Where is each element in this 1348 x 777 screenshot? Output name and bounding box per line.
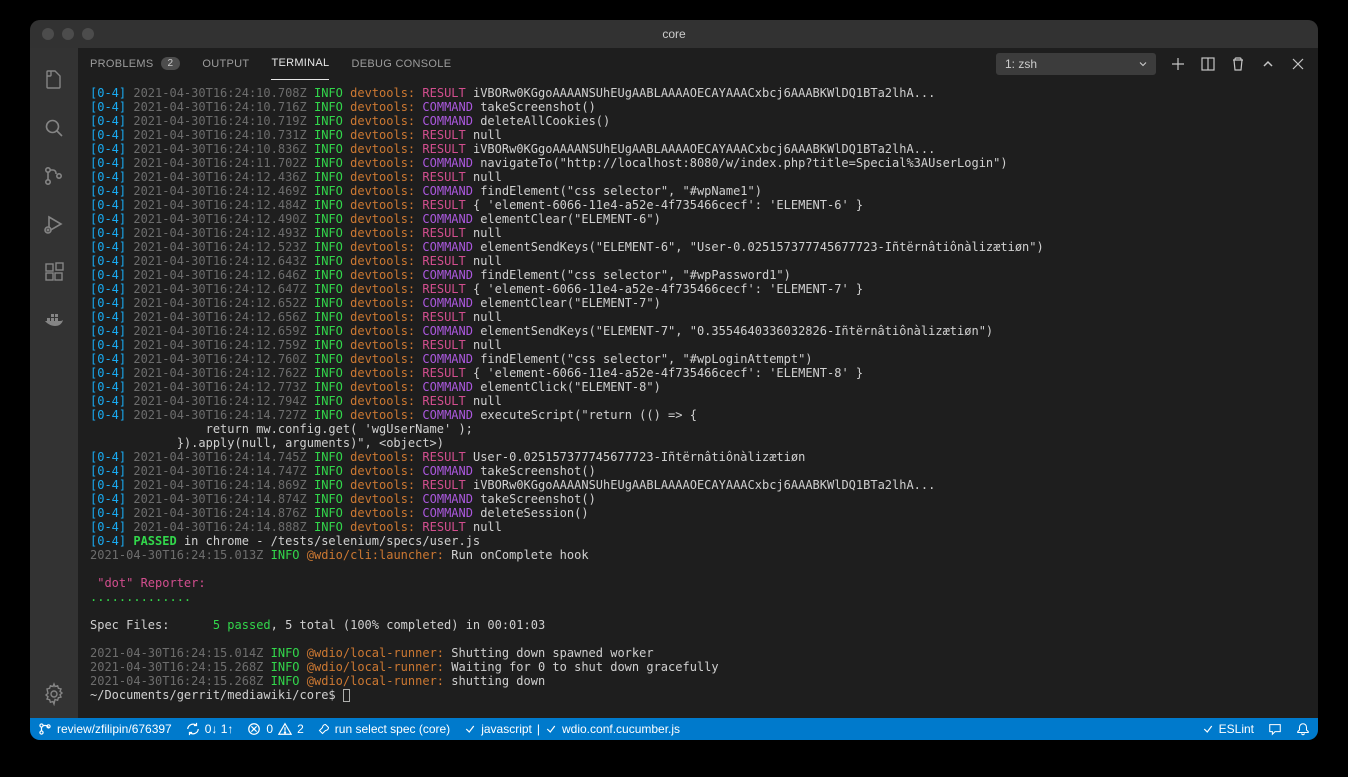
settings-gear-icon[interactable] <box>30 670 78 718</box>
explorer-icon[interactable] <box>30 56 78 104</box>
traffic-lights <box>42 28 94 40</box>
warning-icon <box>278 722 292 736</box>
task-label: run select spec (core) <box>335 722 450 736</box>
window-title: core <box>30 27 1318 41</box>
tab-problems[interactable]: PROBLEMS 2 <box>90 48 180 80</box>
status-bar: review/zfilipin/676397 0↓ 1↑ 0 2 run sel… <box>30 718 1318 740</box>
chevron-down-icon <box>1137 58 1149 70</box>
terminal-output[interactable]: [0-4] 2021-04-30T16:24:10.708Z INFO devt… <box>78 80 1318 718</box>
error-icon <box>247 722 261 736</box>
tab-problems-label: PROBLEMS <box>90 58 154 70</box>
close-panel-icon[interactable] <box>1290 56 1306 72</box>
new-terminal-icon[interactable] <box>1170 56 1186 72</box>
terminal-selector-label: 1: zsh <box>1005 57 1037 71</box>
search-icon[interactable] <box>30 104 78 152</box>
branch-icon <box>38 722 52 736</box>
error-count: 0 <box>266 722 273 736</box>
check-icon <box>1202 723 1214 735</box>
branch-label: review/zfilipin/676397 <box>57 722 172 736</box>
activity-bar <box>30 48 78 718</box>
collapse-panel-icon[interactable] <box>1260 56 1276 72</box>
language-label: javascript <box>481 722 532 736</box>
problems-status[interactable]: 0 2 <box>247 722 303 736</box>
tab-terminal[interactable]: TERMINAL <box>271 48 329 80</box>
check-icon <box>545 723 557 735</box>
tools-icon <box>318 723 330 735</box>
panel-header: PROBLEMS 2 OUTPUT TERMINAL DEBUG CONSOLE… <box>78 48 1318 80</box>
eslint-label: ESLint <box>1219 722 1254 736</box>
eslint-status[interactable]: ESLint <box>1202 722 1254 736</box>
sync-icon <box>186 722 200 736</box>
run-debug-icon[interactable] <box>30 200 78 248</box>
sync-label: 0↓ 1↑ <box>205 722 234 736</box>
problems-badge: 2 <box>161 57 181 70</box>
terminal-selector[interactable]: 1: zsh <box>996 53 1156 75</box>
zoom-window-button[interactable] <box>82 28 94 40</box>
docker-icon[interactable] <box>30 296 78 344</box>
extensions-icon[interactable] <box>30 248 78 296</box>
task-status[interactable]: run select spec (core) <box>318 722 450 736</box>
separator: | <box>537 722 540 736</box>
language-status[interactable]: javascript | wdio.conf.cucumber.js <box>464 722 680 736</box>
feedback-icon[interactable] <box>1268 722 1282 736</box>
kill-terminal-icon[interactable] <box>1230 56 1246 72</box>
config-label: wdio.conf.cucumber.js <box>562 722 680 736</box>
tab-debug-console[interactable]: DEBUG CONSOLE <box>351 48 451 80</box>
notifications-icon[interactable] <box>1296 722 1310 736</box>
close-window-button[interactable] <box>42 28 54 40</box>
minimize-window-button[interactable] <box>62 28 74 40</box>
git-branch-status[interactable]: review/zfilipin/676397 <box>38 722 172 736</box>
titlebar: core <box>30 20 1318 48</box>
source-control-icon[interactable] <box>30 152 78 200</box>
git-sync-status[interactable]: 0↓ 1↑ <box>186 722 234 736</box>
vscode-window: core <box>30 20 1318 740</box>
warning-count: 2 <box>297 722 304 736</box>
split-terminal-icon[interactable] <box>1200 56 1216 72</box>
check-icon <box>464 723 476 735</box>
tab-output[interactable]: OUTPUT <box>202 48 249 80</box>
